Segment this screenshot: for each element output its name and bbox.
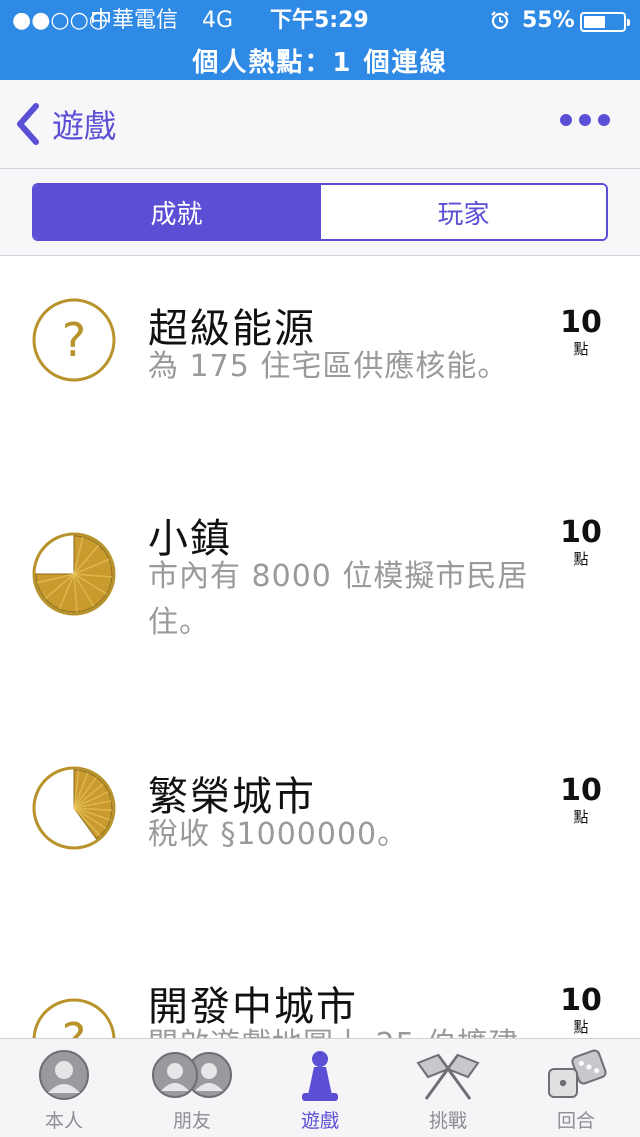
friends-icon xyxy=(152,1052,232,1098)
tab-label: 遊戲 xyxy=(300,1110,339,1132)
points-unit: 點 xyxy=(573,808,589,826)
carrier-name: 中華電信 xyxy=(90,8,179,33)
tab-label: 朋友 xyxy=(172,1110,211,1132)
crossed-flags-icon xyxy=(416,1053,480,1100)
tab-friends[interactable]: 朋友 xyxy=(128,1039,256,1137)
person-icon xyxy=(39,1050,89,1100)
question-mark-icon: ? xyxy=(32,998,116,1038)
back-button-label: 遊戲 xyxy=(52,107,117,145)
dice-icon xyxy=(548,1049,607,1098)
achievement-item[interactable]: ? 超級能源 為 175 住宅區供應核能。 10 點 xyxy=(0,296,640,496)
segment-achievements[interactable]: 成就 xyxy=(34,185,319,239)
segment-players[interactable]: 玩家 xyxy=(319,185,606,239)
points-value: 10 xyxy=(560,515,602,550)
achievement-points: 10 點 xyxy=(556,305,606,359)
clock: 下午5:29 xyxy=(270,8,369,33)
achievement-points: 10 點 xyxy=(556,983,606,1037)
status-bar: ●●○○○ 中華電信 4G 下午5:29 55% 個人熱點：1 個連線 xyxy=(0,0,640,80)
alarm-icon xyxy=(491,11,509,30)
achievement-points: 10 點 xyxy=(556,515,606,569)
points-value: 10 xyxy=(560,305,602,340)
achievement-item[interactable]: ? 開發中城市 開啟遊戲地圖上 25 伯擴建 10 點 xyxy=(0,974,640,1038)
tab-bar: 本人 朋友 遊戲 挑戰 回合 xyxy=(0,1038,640,1137)
segmented-control-container: 成就 玩家 xyxy=(0,169,640,256)
achievement-points: 10 點 xyxy=(556,773,606,827)
network-type: 4G xyxy=(202,8,234,33)
achievement-description: 開啟遊戲地圖上 25 伯擴建 xyxy=(148,1022,578,1038)
progress-pie-icon xyxy=(32,766,116,850)
battery-percent: 55% xyxy=(522,8,575,33)
segmented-control: 成就 玩家 xyxy=(32,183,608,241)
chevron-left-icon xyxy=(17,103,39,145)
achievement-description: 為 175 住宅區供應核能。 xyxy=(148,349,509,384)
navigation-bar: 遊戲 xyxy=(0,80,640,169)
points-unit: 點 xyxy=(573,340,589,358)
battery-icon xyxy=(580,12,630,32)
tab-turns[interactable]: 回合 xyxy=(512,1039,640,1137)
progress-pie-icon xyxy=(32,532,116,616)
achievement-list[interactable]: ? 超級能源 為 175 住宅區供應核能。 10 點 小鎮 市內有 8000 位… xyxy=(0,256,640,1038)
points-value: 10 xyxy=(560,773,602,808)
achievement-description: 市內有 8000 位模擬市民居住。 xyxy=(148,559,529,640)
points-unit: 點 xyxy=(573,550,589,568)
tab-label: 挑戰 xyxy=(428,1110,467,1132)
game-piece-icon xyxy=(302,1051,338,1101)
tab-games[interactable]: 遊戲 xyxy=(256,1039,384,1137)
achievement-item[interactable]: 繁榮城市 稅收 §1000000。 10 點 xyxy=(0,764,640,924)
back-button[interactable]: 遊戲 xyxy=(14,100,116,148)
tab-challenges[interactable]: 挑戰 xyxy=(384,1039,512,1137)
tab-label: 回合 xyxy=(556,1110,595,1132)
svg-text:?: ? xyxy=(62,1013,86,1038)
more-options-icon[interactable] xyxy=(560,114,610,126)
achievement-description: 稅收 §1000000。 xyxy=(148,817,409,852)
svg-text:?: ? xyxy=(62,313,86,367)
achievement-item[interactable]: 小鎮 市內有 8000 位模擬市民居住。 10 點 xyxy=(0,506,640,706)
question-mark-icon: ? xyxy=(32,298,116,382)
points-unit: 點 xyxy=(573,1018,589,1036)
hotspot-banner[interactable]: 個人熱點：1 個連線 xyxy=(0,42,640,79)
tab-me[interactable]: 本人 xyxy=(0,1039,128,1137)
tab-label: 本人 xyxy=(44,1110,83,1132)
points-value: 10 xyxy=(560,983,602,1018)
